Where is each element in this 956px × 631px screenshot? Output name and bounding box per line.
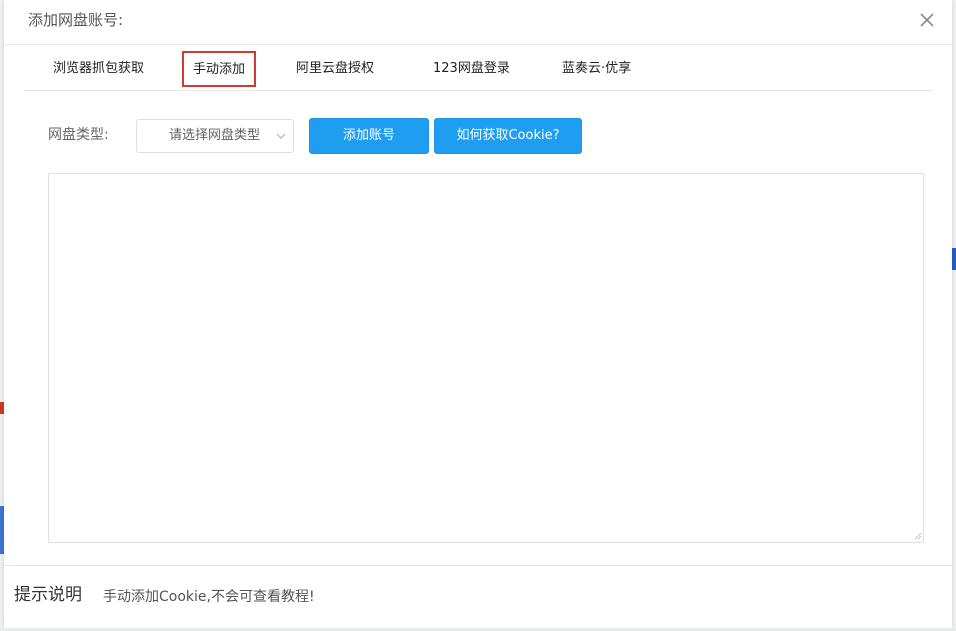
tips-title: 提示说明: [14, 585, 82, 605]
close-icon[interactable]: [916, 9, 938, 31]
add-account-dialog: 添加网盘账号: 浏览器抓包获取 手动添加 阿里云盘授权 123网盘登录 蓝奏云·…: [4, 0, 952, 628]
tab-browser-capture[interactable]: 浏览器抓包获取: [53, 60, 144, 78]
tab-aliyun-auth[interactable]: 阿里云盘授权: [296, 60, 374, 78]
tab-123pan-login[interactable]: 123网盘登录: [433, 60, 510, 78]
how-to-get-cookie-button[interactable]: 如何获取Cookie?: [434, 118, 582, 154]
tips-footer: 提示说明 手动添加Cookie,不会可查看教程!: [4, 565, 952, 629]
tab-lanzou-premium[interactable]: 蓝奏云·优享: [562, 60, 631, 78]
dialog-header: 添加网盘账号:: [4, 0, 952, 45]
dialog-title: 添加网盘账号:: [28, 11, 124, 29]
tab-bar: 浏览器抓包获取 手动添加 阿里云盘授权 123网盘登录 蓝奏云·优享: [24, 46, 932, 91]
disk-type-placeholder: 请选择网盘类型: [169, 128, 261, 143]
disk-type-select[interactable]: 请选择网盘类型: [136, 119, 294, 153]
add-account-button[interactable]: 添加账号: [309, 118, 429, 154]
chevron-down-icon: [276, 133, 286, 139]
form-row: 网盘类型: 请选择网盘类型 添加账号 如何获取Cookie?: [48, 118, 928, 154]
tab-manual-add[interactable]: 手动添加: [182, 51, 257, 87]
resize-grip-icon[interactable]: [913, 531, 922, 540]
cookie-textarea[interactable]: [48, 173, 924, 543]
background-blue-mark: [952, 248, 956, 270]
tips-text: 手动添加Cookie,不会可查看教程!: [103, 589, 315, 605]
disk-type-label: 网盘类型:: [48, 127, 109, 143]
